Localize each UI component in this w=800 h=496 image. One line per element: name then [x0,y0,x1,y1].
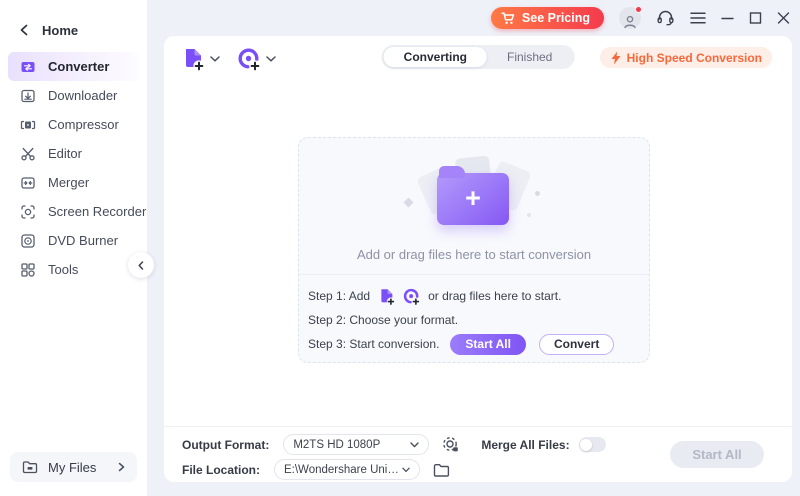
add-file-icon [180,46,206,72]
sidebar-item-screen-recorder[interactable]: Screen Recorder [0,197,147,226]
sidebar-item-label: DVD Burner [48,233,118,248]
add-file-icon-small [377,287,396,306]
sidebar-item-label: Tools [48,262,78,277]
window-titlebar: See Pricing [148,0,800,36]
menu-icon[interactable] [690,12,706,24]
uniconverter-window: Home Converter Downloader Compressor [0,0,800,496]
converter-icon [20,59,36,75]
merge-all-files-label: Merge All Files: [481,438,569,452]
file-location-select[interactable]: E:\Wondershare UniConverter 1 [274,459,420,480]
sidebar-item-label: Compressor [48,117,119,132]
start-all-button-small[interactable]: Start All [450,334,526,355]
tab-converting[interactable]: Converting [384,47,487,67]
sidebar-item-label: Merger [48,175,89,190]
dropzone-upper: + Add or drag files here to start conver… [299,138,649,274]
minimize-button[interactable] [721,12,734,24]
step2-text: Step 2: Choose your format. [308,313,458,327]
sidebar-item-dvd-burner[interactable]: DVD Burner [0,226,147,255]
file-location-label: File Location: [182,463,260,477]
sidebar-item-converter[interactable]: Converter [8,52,139,81]
high-speed-conversion-button[interactable]: High Speed Conversion [600,47,772,68]
add-from-device-button[interactable] [236,46,276,72]
sidebar-item-compressor[interactable]: Compressor [0,110,147,139]
account-avatar[interactable] [619,7,641,29]
step-1-row: Step 1: Add or drag files here to start. [308,284,649,308]
chevron-down-icon [402,467,410,473]
step1-prefix: Step 1: Add [308,289,370,303]
dropzone-steps: Step 1: Add or drag files here to start.… [299,274,649,362]
lightning-icon [610,51,622,65]
chevron-down-icon [410,442,419,448]
editor-scissors-icon [20,146,36,162]
my-files-folder-icon [22,460,38,474]
sidebar-collapse-button[interactable] [128,252,154,278]
high-speed-label: High Speed Conversion [627,51,762,65]
add-folder-illustration: + [399,155,549,233]
close-button[interactable] [777,12,790,24]
file-location-value: E:\Wondershare UniConverter 1 [284,464,402,476]
step-2-row: Step 2: Choose your format. [308,308,649,332]
tab-converting-label: Converting [404,50,467,64]
downloader-icon [20,88,36,104]
maximize-button[interactable] [749,12,762,24]
sidebar-item-label: Editor [48,146,82,161]
tab-finished-label: Finished [507,50,552,64]
output-format-label: Output Format: [182,438,269,452]
start-all-button[interactable]: Start All [670,441,764,468]
format-settings-gear-icon[interactable] [442,436,459,453]
cart-icon [501,12,515,25]
step-3-row: Step 3: Start conversion. Start All Conv… [308,332,649,356]
my-files-arrow-icon [118,462,125,472]
add-disc-icon [236,46,262,72]
output-format-select[interactable]: M2TS HD 1080P [283,434,429,455]
sparkle-decoration [534,190,541,197]
convert-button[interactable]: Convert [539,334,614,355]
sidebar-item-tools[interactable]: Tools [0,255,147,284]
merger-icon [20,175,36,191]
back-chevron-icon [20,24,28,36]
output-format-value: M2TS HD 1080P [293,439,380,451]
sidebar-item-downloader[interactable]: Downloader [0,81,147,110]
support-headset-icon[interactable] [656,9,675,27]
file-dropzone[interactable]: + Add or drag files here to start conver… [298,137,650,363]
see-pricing-button[interactable]: See Pricing [491,7,604,29]
dvd-burner-icon [20,233,36,249]
sidebar-nav: Converter Downloader Compressor Editor [0,52,147,284]
screen-recorder-icon [20,204,36,220]
sidebar-my-files-button[interactable]: My Files [10,452,137,482]
merge-all-files-toggle[interactable] [579,437,606,452]
add-files-button[interactable] [180,46,220,72]
sidebar-item-merger[interactable]: Merger [0,168,147,197]
chevron-down-icon [266,56,276,62]
sidebar-item-label: Screen Recorder [48,204,146,219]
converter-toolbar: Converting Finished High Speed Conversio… [164,36,792,104]
sparkle-decoration [404,198,414,208]
open-folder-icon[interactable] [433,463,450,477]
folder-plus-icon: + [437,173,509,225]
sidebar: Home Converter Downloader Compressor [0,0,148,496]
chevron-down-icon [210,56,220,62]
step3-text: Step 3: Start conversion. [308,337,439,351]
sidebar-item-editor[interactable]: Editor [0,139,147,168]
add-disc-icon-small [402,287,421,306]
compressor-icon [20,117,36,133]
notification-dot [635,6,642,13]
step1-suffix: or drag files here to start. [428,289,561,303]
output-settings-bar: Output Format: M2TS HD 1080P Merge All F… [164,426,792,482]
main-panel: Converting Finished High Speed Conversio… [164,36,792,482]
my-files-label: My Files [48,460,96,475]
tab-finished[interactable]: Finished [487,47,572,67]
sidebar-home-button[interactable]: Home [0,18,147,42]
dropzone-hint-text: Add or drag files here to start conversi… [357,247,591,262]
sidebar-item-label: Converter [48,59,109,74]
converting-finished-tabs: Converting Finished [382,45,575,69]
tools-grid-icon [20,262,36,278]
see-pricing-label: See Pricing [522,11,590,25]
sparkle-decoration [526,212,532,218]
home-label: Home [42,23,78,38]
sidebar-item-label: Downloader [48,88,117,103]
